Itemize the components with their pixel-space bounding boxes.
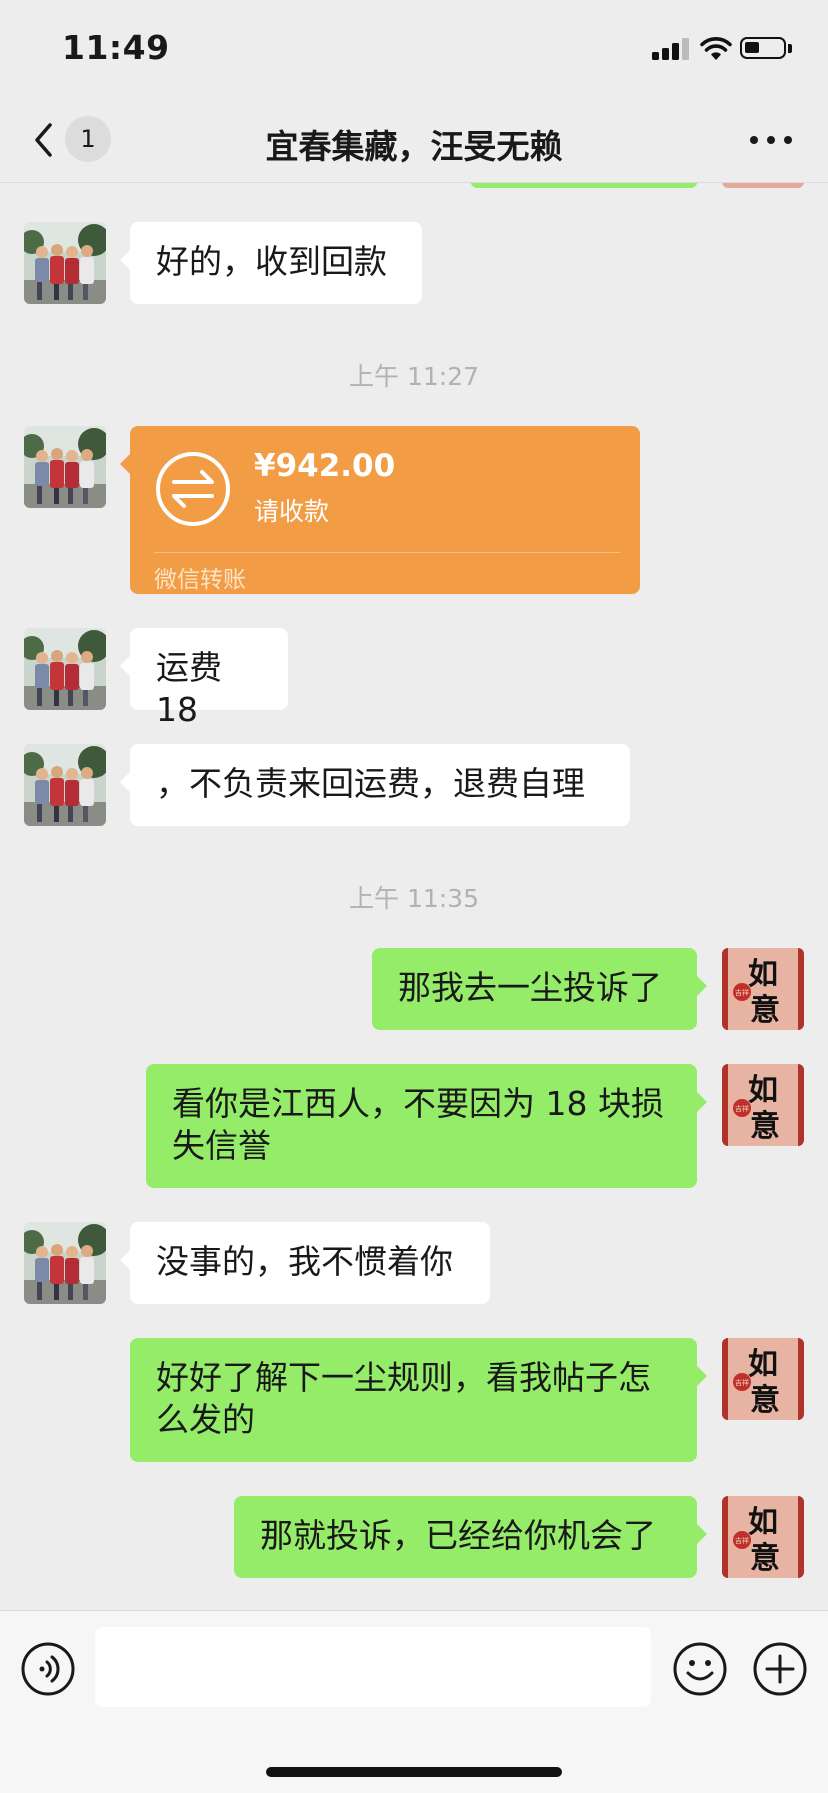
wifi-icon (700, 37, 732, 60)
svg-text:如: 如 (748, 1347, 778, 1382)
message-text: 看你是江西人，不要因为 18 块损失信誉 (172, 1084, 664, 1165)
message-bubble[interactable]: 没事的，我不惯着你 (120, 1222, 490, 1304)
signal-icon (652, 38, 690, 60)
message-bubble[interactable]: 运费 18 (120, 628, 288, 729)
message-text: ，不负责来回运费，退费自理 (156, 764, 585, 803)
status-bar: 11:49 (0, 0, 828, 100)
timestamp: 上午 11:35 (349, 884, 479, 913)
message-input[interactable] (95, 1627, 651, 1707)
transfer-status: 请收款 (254, 497, 330, 526)
more-dots-icon[interactable] (750, 136, 794, 148)
home-indicator (266, 1767, 562, 1777)
avatar[interactable] (24, 628, 106, 710)
svg-text:如: 如 (748, 1505, 778, 1540)
avatar[interactable] (24, 1222, 106, 1304)
message-text: 好好了解下一尘规则，看我帖子怎么发的 (156, 1358, 651, 1439)
svg-text:吉祥: 吉祥 (735, 988, 749, 997)
transfer-label: 微信转账 (154, 567, 246, 593)
avatar[interactable] (24, 744, 106, 826)
message-bubble[interactable]: ，不负责来回运费，退费自理 (120, 744, 630, 826)
message-bubble[interactable]: 那就投诉，已经给你机会了 (234, 1496, 707, 1578)
voice-icon[interactable] (20, 1641, 76, 1697)
chat-area[interactable]: 好的，收到回款 上午 11:27 ¥942.00 请收款 微信转账 运费 18 (0, 183, 828, 1610)
timestamp: 上午 11:27 (349, 362, 479, 391)
battery-tip (788, 44, 792, 53)
chat-title: 宜春集藏，汪旻无赖 (265, 127, 563, 166)
previous-message-fragment (470, 183, 698, 188)
plus-icon[interactable] (752, 1641, 808, 1697)
message-bubble[interactable]: 看你是江西人，不要因为 18 块损失信誉 (146, 1064, 707, 1188)
avatar-self[interactable]: 如 意 吉祥 (722, 1338, 804, 1420)
svg-text:如: 如 (748, 1073, 778, 1108)
avatar-self[interactable]: 如 意 吉祥 (722, 1064, 804, 1146)
avatar[interactable] (24, 222, 106, 304)
svg-text:意: 意 (750, 1383, 780, 1418)
message-bubble[interactable]: 那我去一尘投诉了 (372, 948, 707, 1030)
divider (154, 552, 620, 553)
transfer-arrows-icon (156, 452, 230, 526)
message-text: 那就投诉，已经给你机会了 (260, 1516, 656, 1555)
nav-bar: 1 宜春集藏，汪旻无赖 (0, 100, 828, 183)
previous-avatar-fragment (722, 183, 804, 188)
avatar-self[interactable]: 如 意 吉祥 (722, 948, 804, 1030)
svg-text:如: 如 (748, 957, 778, 992)
emoji-icon[interactable] (672, 1641, 728, 1697)
message-bubble[interactable]: 好好了解下一尘规则，看我帖子怎么发的 (130, 1338, 707, 1462)
svg-text:意: 意 (750, 1541, 780, 1576)
message-bubble[interactable]: 好的，收到回款 (120, 222, 422, 304)
status-time: 11:49 (62, 28, 170, 67)
input-bar (0, 1610, 828, 1793)
avatar[interactable] (24, 426, 106, 508)
svg-text:吉祥: 吉祥 (735, 1378, 749, 1387)
avatar-self[interactable]: 如 意 吉祥 (722, 1496, 804, 1578)
svg-text:吉祥: 吉祥 (735, 1536, 749, 1545)
message-text: 那我去一尘投诉了 (398, 968, 662, 1007)
transfer-card[interactable]: ¥942.00 请收款 微信转账 (120, 426, 640, 594)
transfer-amount: ¥942.00 (254, 448, 396, 484)
message-text: 没事的，我不惯着你 (156, 1242, 453, 1281)
svg-text:意: 意 (750, 993, 780, 1028)
battery-icon (740, 37, 786, 59)
message-text: 好的，收到回款 (156, 242, 387, 281)
svg-text:吉祥: 吉祥 (735, 1104, 749, 1113)
svg-text:意: 意 (750, 1109, 780, 1144)
message-text: 运费 18 (156, 648, 222, 729)
